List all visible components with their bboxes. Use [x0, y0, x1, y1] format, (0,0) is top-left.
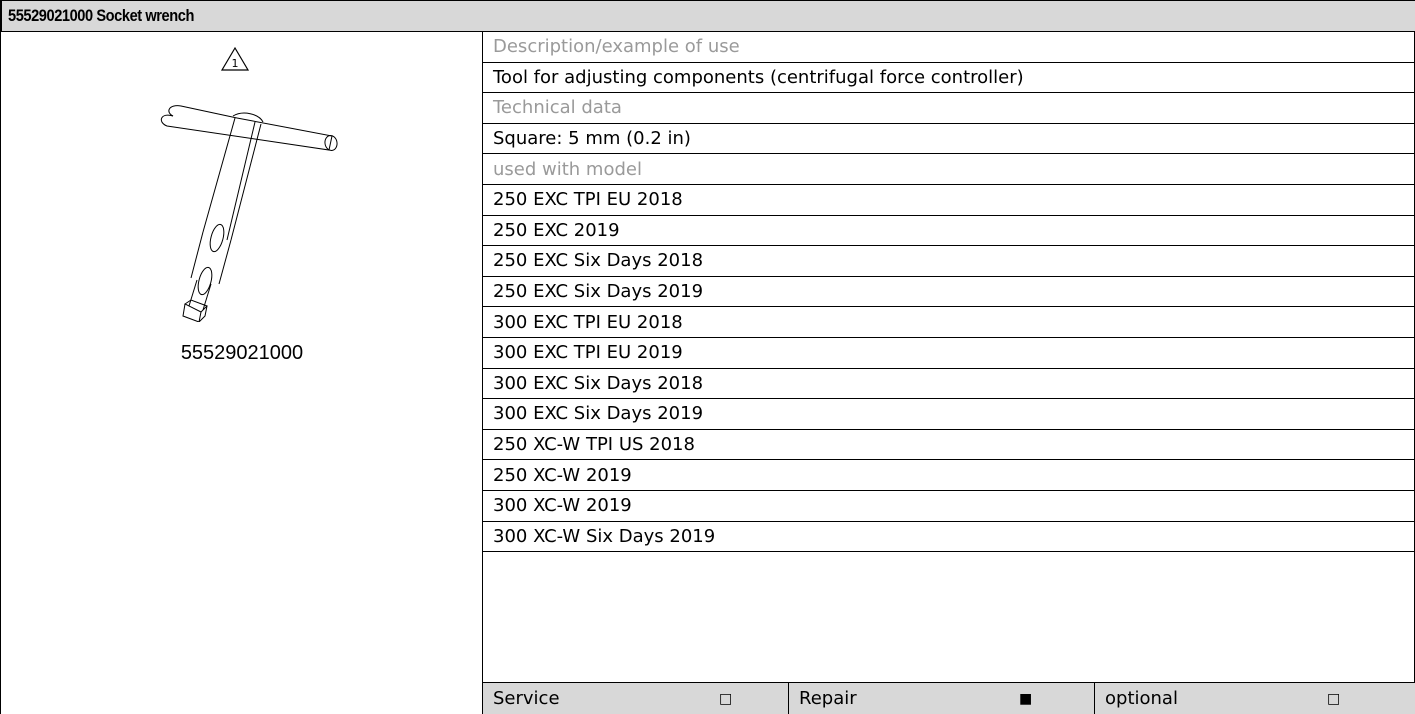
- service-label: Service: [493, 688, 560, 709]
- service-cell: Service □: [483, 683, 789, 714]
- model-row: 300 EXC TPI EU 2018: [483, 307, 1415, 338]
- tool-card: 55529021000 Socket wrench 1 55529021000 …: [0, 0, 1415, 714]
- model-row: 250 XC-W 2019: [483, 460, 1415, 491]
- model-row: 250 EXC Six Days 2019: [483, 277, 1415, 308]
- optional-checkbox-icon: □: [1327, 690, 1341, 707]
- model-row: 250 EXC 2019: [483, 216, 1415, 247]
- part-number-label: 55529021000: [180, 342, 304, 364]
- usage-footer: Service □ Repair ■ optional □: [483, 682, 1415, 714]
- technical-data-label: Technical data: [483, 93, 1415, 124]
- model-row: 300 XC-W 2019: [483, 491, 1415, 522]
- repair-label: Repair: [799, 688, 857, 709]
- card-title: 55529021000 Socket wrench: [8, 6, 194, 25]
- repair-checkbox-icon: ■: [1019, 690, 1033, 707]
- technical-data-text: Square: 5 mm (0.2 in): [483, 124, 1415, 155]
- figure-panel: 1 55529021000: [1, 32, 483, 714]
- model-row: 300 XC-W Six Days 2019: [483, 522, 1415, 553]
- models-label: used with model: [483, 154, 1415, 185]
- optional-label: optional: [1105, 688, 1178, 709]
- card-header: 55529021000 Socket wrench: [1, 0, 1415, 32]
- model-row: 250 EXC Six Days 2018: [483, 246, 1415, 277]
- details-panel: Description/example of use Tool for adju…: [483, 32, 1415, 714]
- description-label: Description/example of use: [483, 32, 1415, 63]
- description-text: Tool for adjusting components (centrifug…: [483, 63, 1415, 94]
- model-row: 300 EXC TPI EU 2019: [483, 338, 1415, 369]
- model-row: 250 XC-W TPI US 2018: [483, 430, 1415, 461]
- model-row: 250 EXC TPI EU 2018: [483, 185, 1415, 216]
- repair-cell: Repair ■: [789, 683, 1095, 714]
- model-row: 300 EXC Six Days 2019: [483, 399, 1415, 430]
- optional-cell: optional □: [1095, 683, 1415, 714]
- warning-triangle-icon: 1: [220, 46, 250, 71]
- model-row: 300 EXC Six Days 2018: [483, 369, 1415, 400]
- socket-wrench-drawing: [160, 105, 338, 322]
- service-checkbox-icon: □: [719, 690, 733, 707]
- svg-text:1: 1: [232, 57, 239, 70]
